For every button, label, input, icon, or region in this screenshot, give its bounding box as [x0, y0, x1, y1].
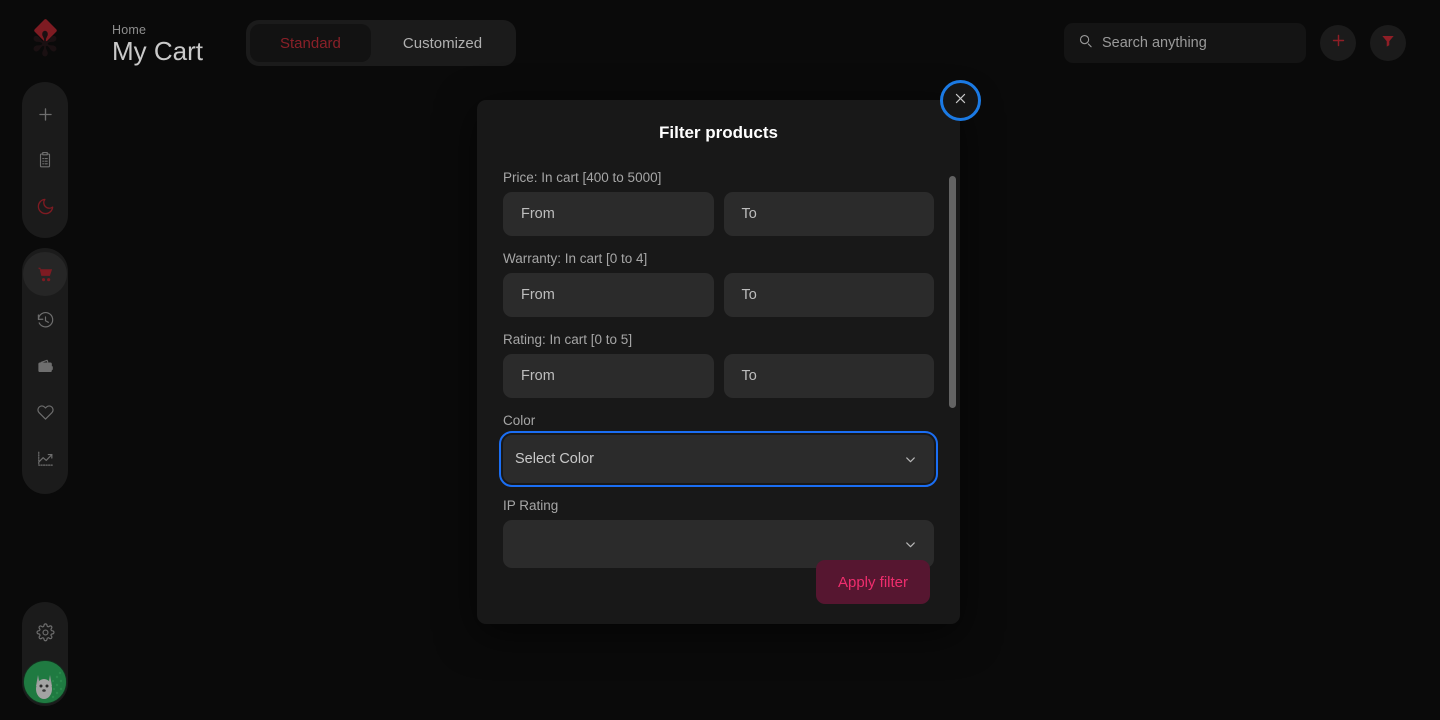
- range-row-price: From To: [503, 192, 934, 236]
- modal-overlay: Filter products Price: In cart [400 to 5…: [0, 0, 1440, 720]
- range-row-rating: From To: [503, 354, 934, 398]
- warranty-from-input[interactable]: From: [503, 273, 714, 317]
- color-select-value: Select Color: [515, 451, 594, 467]
- modal-title: Filter products: [658, 123, 778, 142]
- filter-products-modal: Filter products Price: In cart [400 to 5…: [477, 80, 981, 624]
- rating-from-input[interactable]: From: [503, 354, 714, 398]
- close-icon: [953, 91, 968, 111]
- price-from-input[interactable]: From: [503, 192, 714, 236]
- field-label-warranty: Warranty: In cart [0 to 4]: [503, 251, 648, 266]
- field-label-price: Price: In cart [400 to 5000]: [503, 170, 662, 185]
- filter-fields: Price: In cart [400 to 5000] From To War…: [499, 170, 938, 568]
- close-button[interactable]: [940, 80, 981, 121]
- modal-scrollbar-thumb[interactable]: [949, 176, 956, 408]
- field-label-rating: Rating: In cart [0 to 5]: [503, 332, 633, 347]
- range-row-warranty: From To: [503, 273, 934, 317]
- price-to-input[interactable]: To: [723, 192, 934, 236]
- warranty-to-input[interactable]: To: [723, 273, 934, 317]
- field-label-ip-rating: IP Rating: [503, 498, 559, 513]
- modal-footer: Apply filter: [477, 540, 960, 624]
- chevron-down-icon: [903, 452, 918, 467]
- field-label-color: Color: [503, 413, 536, 428]
- modal-scrollbar[interactable]: [949, 176, 956, 508]
- color-select-wrap: Select Color: [499, 431, 938, 487]
- apply-filter-button[interactable]: Apply filter: [815, 560, 930, 604]
- rating-to-input[interactable]: To: [723, 354, 934, 398]
- color-select[interactable]: Select Color: [499, 431, 938, 487]
